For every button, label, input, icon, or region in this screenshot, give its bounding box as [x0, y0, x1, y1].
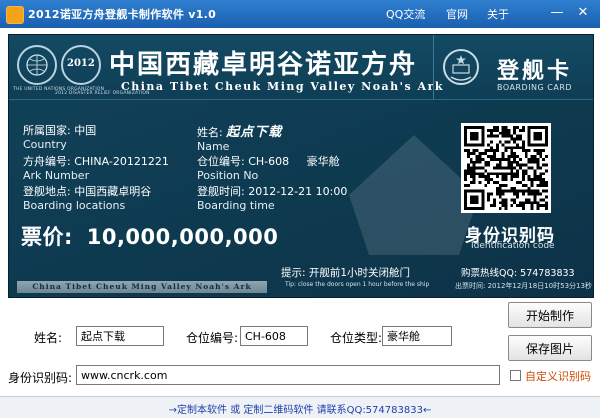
- boarding-location-label-en: Boarding locations: [23, 199, 126, 212]
- form-class-label: 仓位类型:: [330, 331, 383, 345]
- menu-qq-chat[interactable]: QQ交流: [386, 6, 425, 22]
- position-class-value: 豪华舱: [306, 155, 340, 168]
- ticket-bottom-strip: China Tibet Cheuk Ming Valley Noah's Ark: [17, 281, 267, 293]
- tip-text: 提示: 开舰前1小时关闭舱门: [281, 267, 411, 279]
- menu-official-site[interactable]: 官网: [446, 6, 468, 22]
- country-label-en: Country: [23, 138, 67, 151]
- close-icon[interactable]: ✕: [574, 4, 592, 22]
- price-value: 10,000,000,000: [86, 225, 279, 249]
- identification-code-title-en: Identification code: [471, 241, 555, 251]
- name-field: 姓名: 起点下载 Name: [197, 121, 282, 153]
- position-label-en: Position No: [197, 169, 259, 182]
- ticket-price: 票价: 10,000,000,000: [21, 221, 278, 251]
- custom-id-checkbox[interactable]: [510, 370, 521, 381]
- ark-number-field: 方舟编号: CHINA-20121221 Ark Number: [23, 153, 169, 182]
- boarding-time-value: 2012-12-21 10:00: [248, 185, 348, 198]
- boarding-time-label: 登舰时间:: [197, 185, 245, 198]
- ticket-header: THE UNITED NATIONS ORGANIZATION 2012 201…: [9, 35, 593, 100]
- save-image-button[interactable]: 保存图片: [508, 335, 592, 361]
- status-bar: →定制本软件 或 定制二维码软件 请联系QQ:574783833←: [0, 396, 600, 418]
- national-emblem-icon: [443, 49, 479, 85]
- ark-title-cn: 中国西藏卓明谷诺亚方舟: [109, 50, 418, 80]
- boarding-card-title-en: BOARDING CARD: [497, 83, 573, 92]
- position-label: 仓位编号:: [197, 155, 245, 168]
- start-button[interactable]: 开始制作: [508, 302, 592, 328]
- position-value: CH-608: [248, 155, 290, 168]
- country-field: 所属国家: 中国 Country: [23, 122, 96, 151]
- custom-id-label[interactable]: 自定义识别码: [525, 368, 591, 384]
- hotline-text: 购票热线QQ: 574783833: [461, 268, 575, 279]
- tip-text-en: Tip: close the doors open 1 hour before …: [285, 281, 430, 288]
- boarding-time-label-en: Boarding time: [197, 199, 275, 212]
- name-value: 起点下载: [226, 125, 283, 140]
- price-label: 票价:: [21, 225, 73, 249]
- menu-about[interactable]: 关于: [487, 6, 509, 22]
- country-value: 中国: [74, 124, 97, 137]
- name-label-en: Name: [197, 140, 230, 153]
- un-emblem-icon: [17, 45, 57, 85]
- ark-title-en: China Tibet Cheuk Ming Valley Noah's Ark: [121, 80, 445, 93]
- boarding-location-label: 登舰地点:: [23, 185, 71, 198]
- ark-number-label: 方舟编号:: [23, 155, 71, 168]
- title-bar: 2012诺亚方舟登舰卡制作软件 v1.0 QQ交流 官网 关于 — ✕: [0, 0, 600, 28]
- class-input[interactable]: [382, 326, 452, 346]
- boarding-card-preview: THE UNITED NATIONS ORGANIZATION 2012 201…: [8, 34, 594, 298]
- name-input[interactable]: [76, 326, 164, 346]
- qr-code-icon: [461, 123, 551, 213]
- form-id-label: 身份识别码:: [8, 371, 73, 385]
- header-divider: [433, 35, 434, 99]
- issue-time-text: 出票时间: 2012年12月18日10时53分13秒: [455, 282, 592, 290]
- boarding-location-value: 中国西藏卓明谷: [74, 185, 152, 198]
- boarding-time-field: 登舰时间: 2012-12-21 10:00 Boarding time: [197, 183, 347, 212]
- id-code-input[interactable]: [76, 365, 500, 385]
- minimize-icon[interactable]: —: [548, 4, 566, 22]
- boarding-location-field: 登舰地点: 中国西藏卓明谷 Boarding locations: [23, 183, 151, 212]
- emblem-2012-label: 2012: [67, 58, 95, 69]
- window-title: 2012诺亚方舟登舰卡制作软件 v1.0: [28, 8, 217, 21]
- ark-number-value: CHINA-20121221: [74, 155, 169, 168]
- boarding-card-title-cn: 登舰卡: [497, 58, 573, 84]
- status-text: →定制本软件 或 定制二维码软件 请联系QQ:574783833←: [168, 405, 432, 416]
- ark-number-label-en: Ark Number: [23, 169, 90, 182]
- position-field: 仓位编号: CH-608 豪华舱 Position No: [197, 153, 340, 182]
- form-position-label: 仓位编号:: [186, 331, 239, 345]
- app-icon: [6, 6, 24, 24]
- disaster-relief-emblem-icon: 2012: [61, 45, 101, 85]
- position-input[interactable]: [240, 326, 308, 346]
- name-label: 姓名:: [197, 126, 223, 139]
- country-label: 所属国家:: [23, 124, 71, 137]
- form-name-label: 姓名:: [34, 331, 63, 345]
